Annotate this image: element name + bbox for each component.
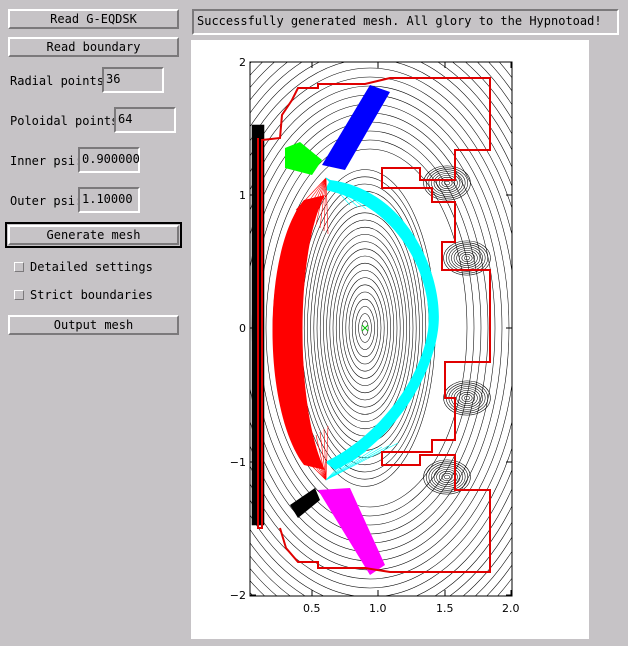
detailed-settings-checkbox[interactable]: Detailed settings bbox=[14, 260, 153, 274]
coil-contour bbox=[444, 474, 450, 480]
y-tick-labels: 2 1 0 −1 −2 bbox=[230, 56, 246, 602]
coil-contour bbox=[433, 173, 461, 193]
poloidal-points-input[interactable]: 64 bbox=[114, 107, 176, 133]
outer-contour bbox=[250, 62, 512, 596]
y-tick-label: −2 bbox=[230, 589, 246, 602]
outer-contour bbox=[250, 62, 512, 596]
generate-mesh-button[interactable]: Generate mesh bbox=[5, 222, 182, 248]
fan-line bbox=[325, 177, 391, 216]
read-geqdsk-button[interactable]: Read G-EQDSK bbox=[8, 9, 179, 29]
mesh-lower-leg-outer bbox=[318, 488, 385, 575]
output-mesh-button[interactable]: Output mesh bbox=[8, 315, 179, 335]
outer-psi-label: Outer psi: bbox=[10, 194, 83, 208]
mesh-core-outer bbox=[325, 180, 439, 470]
poloidal-points-label: Poloidal points: bbox=[10, 114, 126, 128]
coil-contour bbox=[431, 465, 463, 489]
checkbox-box[interactable] bbox=[14, 290, 24, 300]
mesh-upper-leg-outer bbox=[322, 85, 390, 170]
magnetic-axis-marker bbox=[361, 324, 369, 332]
x-tick-labels: 0.5 1.0 1.5 2.0 bbox=[303, 602, 520, 615]
coil-contour bbox=[425, 461, 469, 493]
coil-contour bbox=[451, 386, 483, 410]
read-boundary-button[interactable]: Read boundary bbox=[8, 37, 179, 57]
status-bar: Successfully generated mesh. All glory t… bbox=[192, 9, 619, 35]
coil-contour bbox=[423, 165, 471, 201]
mesh-lower-leg-inner bbox=[290, 488, 320, 518]
coil-contour bbox=[456, 250, 478, 266]
outer-contour bbox=[250, 85, 512, 571]
coil-contour bbox=[441, 472, 453, 482]
fan-line bbox=[325, 177, 399, 218]
radial-points-input[interactable]: 36 bbox=[102, 67, 164, 93]
strict-boundaries-label: Strict boundaries bbox=[30, 288, 153, 302]
coil-contour bbox=[451, 246, 483, 270]
detailed-settings-label: Detailed settings bbox=[30, 260, 153, 274]
y-tick-label: 1 bbox=[239, 189, 246, 202]
y-tick-label: −1 bbox=[230, 456, 246, 469]
mesh-plot-svg: 0.5 1.0 1.5 2.0 2 1 0 −1 −2 bbox=[230, 56, 520, 615]
y-tick-label: 0 bbox=[239, 322, 246, 335]
coil-contour bbox=[456, 390, 478, 406]
y-tick-label: 2 bbox=[239, 56, 246, 69]
inner-psi-input[interactable]: 0.900000 bbox=[78, 147, 140, 173]
outer-contour bbox=[250, 62, 512, 596]
x-tick-label: 1.0 bbox=[369, 602, 387, 615]
checkbox-box[interactable] bbox=[14, 262, 24, 272]
mesh-plot: 0.5 1.0 1.5 2.0 2 1 0 −1 −2 bbox=[191, 40, 589, 639]
x-tick-label: 2.0 bbox=[502, 602, 520, 615]
outer-psi-input[interactable]: 1.10000 bbox=[78, 187, 140, 213]
x-tick-label: 1.5 bbox=[436, 602, 454, 615]
coil-contour bbox=[445, 242, 489, 274]
mesh-upper-leg-inner bbox=[285, 142, 322, 175]
radial-points-label: Radial points: bbox=[10, 74, 112, 88]
inner-psi-label: Inner psi: bbox=[10, 154, 83, 168]
strict-boundaries-checkbox[interactable]: Strict boundaries bbox=[14, 288, 153, 302]
x-tick-label: 0.5 bbox=[303, 602, 321, 615]
coil-contour bbox=[423, 459, 471, 495]
